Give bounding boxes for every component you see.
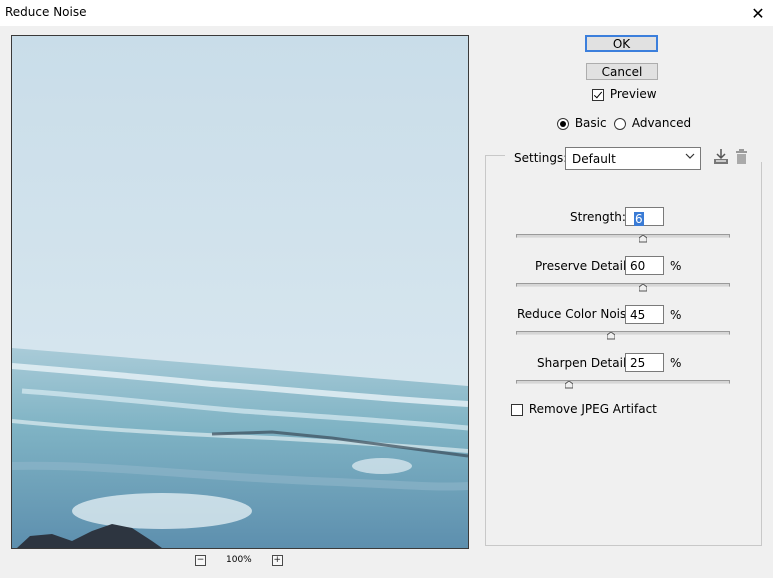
preview-check-icon[interactable] [592, 88, 604, 101]
preserve-details-label: Preserve Details: [535, 259, 637, 273]
sharpen-details-unit: % [670, 356, 682, 370]
zoom-level: 100% [226, 555, 252, 565]
save-preset-icon[interactable] [712, 148, 730, 169]
preview-checkbox[interactable]: Preview [592, 87, 657, 101]
zoom-controls: − 100% + [195, 553, 283, 567]
preserve-details-input[interactable]: 60 [625, 256, 664, 275]
preserve-details-unit: % [670, 259, 682, 273]
reduce-color-noise-slider[interactable] [516, 331, 730, 335]
zoom-out-icon[interactable]: − [195, 554, 206, 566]
settings-label: Settings: [514, 151, 568, 165]
image-preview[interactable] [11, 35, 469, 549]
title-bar: Reduce Noise ✕ [0, 0, 773, 26]
remove-jpeg-label: Remove JPEG Artifact [528, 402, 657, 416]
radio-basic-icon[interactable] [557, 117, 569, 130]
preserve-details-value: 60 [630, 259, 646, 273]
sharpen-details-input[interactable]: 25 [625, 353, 664, 372]
cancel-button[interactable]: Cancel [586, 63, 658, 80]
mode-advanced-radio[interactable]: Advanced [614, 116, 691, 130]
settings-value: Default [572, 152, 616, 166]
sharpen-details-slider-thumb[interactable] [564, 378, 574, 389]
sharpen-details-label: Sharpen Details: [537, 356, 637, 370]
delete-preset-icon[interactable] [735, 149, 748, 167]
mode-advanced-label: Advanced [631, 116, 692, 130]
preview-label: Preview [609, 87, 657, 101]
settings-dropdown[interactable]: Default [565, 147, 701, 170]
strength-value: 6 [634, 212, 644, 226]
window-title: Reduce Noise [5, 5, 87, 19]
strength-slider[interactable] [516, 234, 730, 238]
preserve-details-slider[interactable] [516, 283, 730, 287]
strength-label: Strength: [570, 210, 626, 224]
remove-jpeg-check-icon[interactable] [511, 403, 523, 416]
mode-basic-radio[interactable]: Basic [557, 116, 607, 130]
reduce-color-noise-unit: % [670, 308, 682, 322]
preserve-details-slider-thumb[interactable] [638, 281, 648, 292]
preview-image [12, 36, 468, 548]
ok-button[interactable]: OK [585, 35, 658, 52]
sharpen-details-slider[interactable] [516, 380, 730, 384]
remove-jpeg-checkbox[interactable]: Remove JPEG Artifact [511, 402, 657, 416]
reduce-color-noise-input[interactable]: 45 [625, 305, 664, 324]
reduce-color-noise-slider-thumb[interactable] [606, 329, 616, 340]
reduce-color-noise-value: 45 [630, 308, 646, 322]
close-icon[interactable]: ✕ [743, 0, 773, 26]
radio-advanced-icon[interactable] [614, 117, 626, 130]
strength-slider-thumb[interactable] [638, 232, 648, 243]
mode-basic-label: Basic [574, 116, 607, 130]
reduce-color-noise-label: Reduce Color Noise: [517, 307, 638, 321]
sharpen-details-value: 25 [630, 356, 646, 370]
zoom-in-icon[interactable]: + [271, 554, 283, 566]
chevron-down-icon [685, 151, 695, 164]
strength-input[interactable]: 6 [625, 207, 664, 226]
